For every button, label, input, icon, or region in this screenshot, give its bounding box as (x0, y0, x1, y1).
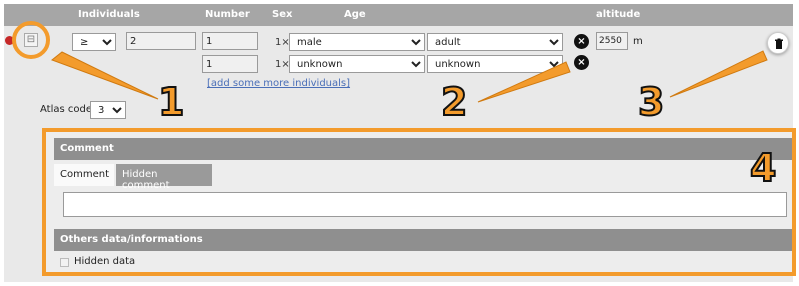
callout-number-1: 1 (157, 79, 185, 125)
callout-arrow-3 (669, 50, 768, 98)
callout-arrow-1 (50, 51, 159, 100)
callout-number-2: 2 (440, 79, 468, 125)
callout-number-3: 3 (637, 79, 665, 125)
callout-arrows (50, 50, 768, 103)
callout-number-4: 4 (749, 145, 777, 191)
callout-arrow-2 (477, 61, 571, 103)
